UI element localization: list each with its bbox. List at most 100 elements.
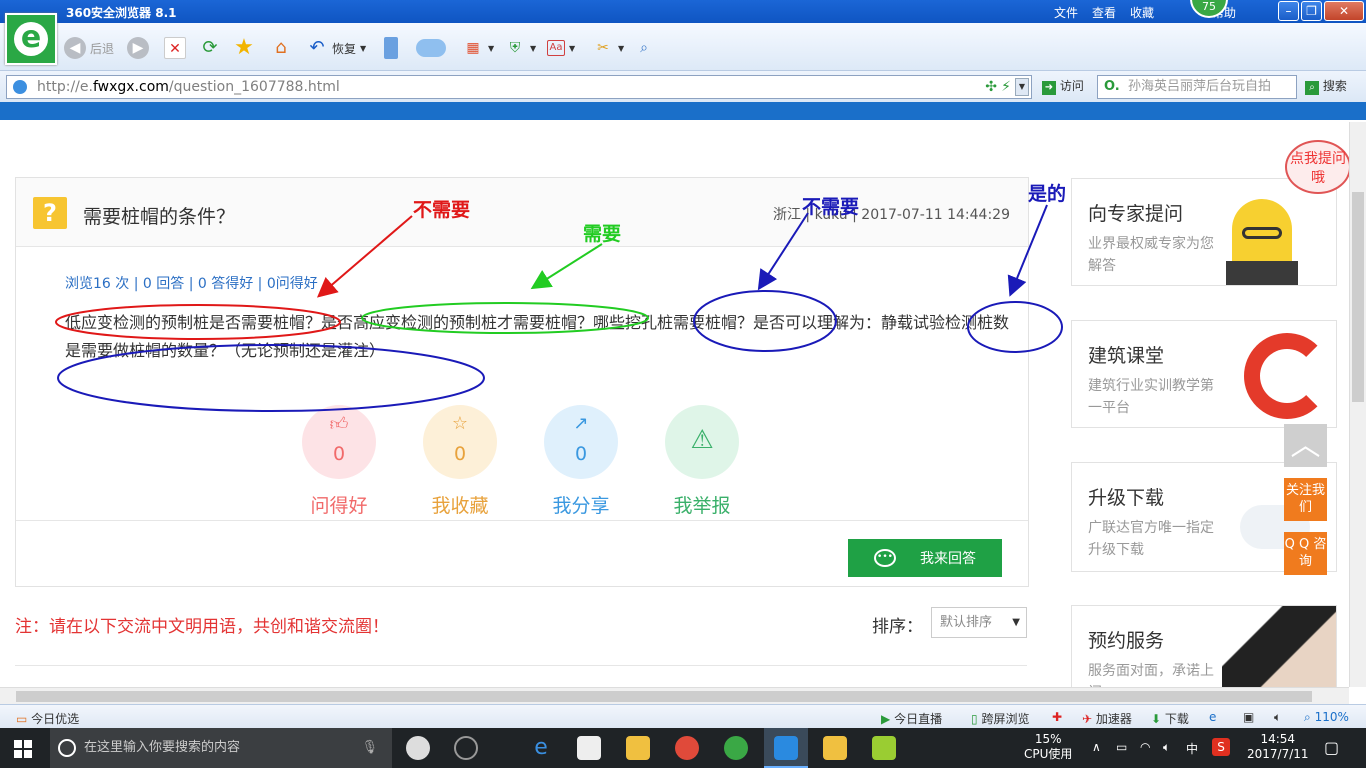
- app-swirl-icon[interactable]: [454, 736, 478, 760]
- cpu-meter[interactable]: 15% CPU使用: [1024, 732, 1072, 762]
- maximize-button[interactable]: ❐: [1301, 1, 1322, 21]
- shield-icon: ⛨: [509, 40, 521, 56]
- vertical-scroll-thumb[interactable]: [1352, 192, 1364, 402]
- speaker-icon[interactable]: 🔈︎: [1274, 710, 1281, 725]
- sidebar-card-expert[interactable]: 向专家提问 业界最权威专家为您解答: [1071, 178, 1337, 286]
- ime-indicator[interactable]: 中: [1186, 740, 1198, 757]
- url-field[interactable]: http://e.fwxgx.com/question_1607788.html…: [6, 75, 1032, 99]
- screenshot-button[interactable]: ✂ ▼: [592, 36, 624, 60]
- like-action[interactable]: 👍︎ 0 问得好: [302, 405, 376, 518]
- back-to-top-button[interactable]: ︿: [1284, 424, 1327, 467]
- window-icon[interactable]: ▣: [1243, 710, 1254, 724]
- window-controls: – ❐ ✕: [1278, 1, 1364, 21]
- notification-icon[interactable]: ▢: [1324, 738, 1339, 757]
- mascot-icon: [1226, 199, 1298, 285]
- cloud-button[interactable]: [416, 36, 446, 60]
- stop-button[interactable]: ✕: [164, 36, 186, 60]
- sogou-icon[interactable]: S: [1212, 738, 1230, 756]
- app-red-icon[interactable]: [675, 736, 699, 760]
- search-button[interactable]: ⌕ 搜索: [1305, 77, 1347, 95]
- clock-time: 14:54: [1260, 732, 1296, 746]
- horizontal-scroll-thumb[interactable]: [16, 691, 1312, 702]
- favorite-button[interactable]: ★: [233, 36, 255, 60]
- store-icon[interactable]: [577, 736, 601, 760]
- refresh-button[interactable]: ⟳: [199, 36, 221, 60]
- share-action[interactable]: ↗ 0 我分享: [544, 405, 618, 518]
- star-outline-icon: ☆: [451, 413, 469, 434]
- cross-screen[interactable]: ▯ 跨屏浏览: [971, 710, 1029, 727]
- zoom-control[interactable]: ⌕ 110%: [1304, 710, 1349, 725]
- sidebar-card-classroom[interactable]: 建筑课堂 建筑行业实训教学第一平台: [1071, 320, 1337, 428]
- today-live[interactable]: ▶ 今日直播: [881, 710, 942, 727]
- back-button[interactable]: ◀ 后退: [64, 36, 114, 60]
- visit-button[interactable]: ➜ 访问: [1042, 77, 1084, 95]
- active-app-tile[interactable]: [764, 728, 808, 768]
- menu-view[interactable]: 查看: [1092, 4, 1116, 21]
- zoom-button[interactable]: ⌕: [633, 36, 655, 60]
- volume-icon[interactable]: 🔈︎: [1163, 740, 1170, 755]
- clock[interactable]: 14:54 2017/7/11: [1247, 732, 1309, 762]
- qq-consult-button[interactable]: Q Q 咨询: [1284, 532, 1327, 575]
- sort-select[interactable]: 默认排序 ▼: [931, 607, 1027, 638]
- battery-icon[interactable]: ▭: [1116, 740, 1127, 754]
- security-button[interactable]: ⛨ ▼: [504, 36, 536, 60]
- apps-button[interactable]: ▦ ▼: [462, 36, 494, 60]
- favorite-count: 0: [453, 443, 467, 465]
- downloads[interactable]: ⬇ 下载: [1151, 710, 1189, 727]
- browser-title: 360安全浏览器 8.1: [66, 6, 177, 20]
- task-view-icon[interactable]: [406, 736, 430, 760]
- wifi-icon[interactable]: ◠: [1140, 740, 1150, 754]
- report-action[interactable]: ⚠ 我举报: [665, 405, 739, 518]
- edge-icon[interactable]: e: [529, 736, 553, 760]
- windows-logo-icon: [14, 750, 22, 758]
- back-arrow-icon: ◀: [64, 37, 86, 59]
- visit-label: 访问: [1059, 79, 1084, 93]
- refresh-icon: ⟳: [202, 37, 218, 58]
- ask-bubble[interactable]: 点我提问哦: [1285, 140, 1351, 194]
- tray-up-arrow-icon[interactable]: ∧: [1092, 740, 1101, 754]
- sidebar-card-booking[interactable]: 预约服务 服务面对面，承诺上门: [1071, 605, 1337, 687]
- question-body: 低应变检测的预制桩是否需要桩帽？是否高应变检测的预制桩才需要桩帽？哪些挖孔桩需要…: [65, 313, 1010, 360]
- health-icon[interactable]: ✚: [1052, 710, 1062, 724]
- browser-logo[interactable]: e: [5, 13, 57, 65]
- today-picks[interactable]: ▭ 今日优选: [16, 710, 79, 727]
- follow-us-button[interactable]: 关注我们: [1284, 478, 1327, 521]
- search-input[interactable]: O. 孙海英吕丽萍后台玩自拍: [1097, 75, 1297, 99]
- forward-button[interactable]: ▶: [127, 36, 149, 60]
- file-explorer-icon[interactable]: [626, 736, 650, 760]
- close-button[interactable]: ✕: [1324, 1, 1364, 21]
- cloud-icon: [416, 39, 446, 57]
- thumbs-up-icon: 👍︎: [329, 414, 349, 435]
- menu-favorites[interactable]: 收藏: [1130, 4, 1154, 21]
- home-button[interactable]: ⌂: [270, 36, 292, 60]
- vertical-scrollbar[interactable]: [1349, 122, 1366, 687]
- browser-360-icon[interactable]: [724, 736, 748, 760]
- menu-file[interactable]: 文件: [1054, 4, 1078, 21]
- url-dropdown-icon[interactable]: ▼: [1015, 78, 1029, 96]
- answer-divider: [16, 520, 1028, 521]
- mobile-button[interactable]: [384, 36, 398, 60]
- notes-icon[interactable]: [823, 736, 847, 760]
- minimize-button[interactable]: –: [1278, 1, 1299, 21]
- question-mark-icon: ?: [33, 197, 67, 229]
- restore-button[interactable]: ↶ 恢复 ▼: [306, 36, 366, 60]
- download-label: 下载: [1164, 712, 1189, 726]
- question-header: ? 需要桩帽的条件？ 浙江 | kuku | 2017-07-11 14:44:…: [16, 178, 1028, 247]
- browser-status-bar: ▭ 今日优选 ▶ 今日直播 ▯ 跨屏浏览 ✚ ✈ 加速器 ⬇ 下载 e ▣ 🔈︎…: [0, 704, 1366, 728]
- search-placeholder: 孙海英吕丽萍后台玩自拍: [1128, 79, 1272, 94]
- favorite-action[interactable]: ☆ 0 我收藏: [423, 405, 497, 518]
- app-green-icon[interactable]: [872, 736, 896, 760]
- taskbar-search[interactable]: 在这里输入你要搜索的内容 🎙︎: [50, 728, 392, 768]
- scissors-icon: ✂: [597, 40, 609, 56]
- ie-icon[interactable]: e: [1209, 710, 1216, 724]
- question-panel: ? 需要桩帽的条件？ 浙江 | kuku | 2017-07-11 14:44:…: [15, 177, 1029, 587]
- start-button[interactable]: [14, 740, 32, 758]
- translate-button[interactable]: Aa ▼: [547, 36, 575, 60]
- accelerator[interactable]: ✈ 加速器: [1082, 710, 1132, 727]
- card-title: 建筑课堂: [1088, 345, 1165, 367]
- cross-screen-label: 跨屏浏览: [981, 712, 1030, 726]
- go-arrow-icon: ➜: [1042, 81, 1056, 95]
- horizontal-scrollbar[interactable]: [0, 687, 1349, 704]
- answer-button[interactable]: ••• 我来回答: [848, 539, 1002, 577]
- accelerator-label: 加速器: [1095, 712, 1132, 726]
